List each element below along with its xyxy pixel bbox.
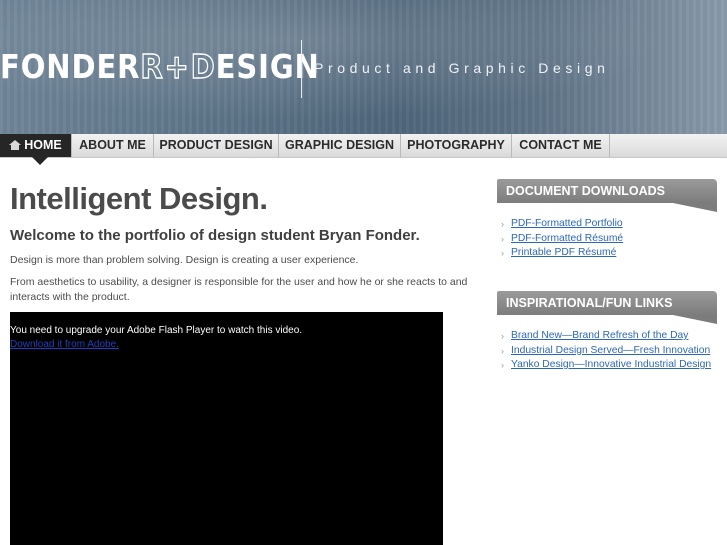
home-icon — [9, 140, 22, 150]
site-logo[interactable]: FONDERR+DESIGN — [0, 46, 320, 87]
list-item: › PDF-Formatted Portfolio — [497, 217, 717, 232]
header-tab-decoration — [673, 203, 717, 212]
chevron-right-icon: › — [501, 360, 504, 370]
site-header: FONDERR+DESIGN Product and Graphic Desig… — [0, 0, 727, 134]
link-brand-new[interactable]: Brand New—Brand Refresh of the Day — [511, 330, 688, 341]
page-title: Intelligent Design. — [10, 181, 268, 216]
chevron-right-icon: › — [501, 219, 504, 229]
document-downloads-title: DOCUMENT DOWNLOADS — [506, 184, 666, 198]
document-downloads-header: DOCUMENT DOWNLOADS — [497, 179, 717, 212]
inspirational-links-box: INSPIRATIONAL/FUN LINKS › Brand New—Brand… — [497, 291, 717, 373]
logo-text-r: R — [140, 46, 164, 86]
logo-text-d: D — [190, 46, 216, 86]
link-pdf-portfolio[interactable]: PDF-Formatted Portfolio — [511, 218, 623, 229]
document-downloads-list: › PDF-Formatted Portfolio › PDF-Formatted … — [497, 217, 717, 261]
intro-paragraph-2: From aesthetics to usability, a designer… — [10, 276, 468, 303]
chevron-right-icon: › — [501, 345, 504, 356]
download-flash-link[interactable]: Download it from Adobe. — [10, 339, 119, 350]
nav-item-home[interactable]: HOME — [0, 134, 72, 165]
nav-item-graphic-design[interactable]: GRAPHIC DESIGN — [279, 134, 401, 157]
nav-item-contact-me[interactable]: CONTACT ME — [512, 134, 610, 157]
nav-item-photography[interactable]: PHOTOGRAPHY — [401, 134, 512, 157]
site-tagline: Product and Graphic Design — [314, 60, 610, 76]
link-pdf-resume[interactable]: PDF-Formatted Résumé — [511, 233, 623, 244]
chevron-right-icon: › — [501, 233, 504, 244]
main-navigation: HOME ABOUT ME PRODUCT DESIGN GRAPHIC DES… — [0, 134, 727, 165]
chevron-right-icon: › — [501, 248, 504, 258]
nav-item-about-me[interactable]: ABOUT ME — [72, 134, 154, 157]
document-downloads-box: DOCUMENT DOWNLOADS › PDF-Formatted Portfo… — [497, 179, 717, 261]
list-item: › Brand New—Brand Refresh of the Day — [497, 329, 717, 344]
logo-text-esign: ESIGN — [215, 47, 320, 86]
intro-paragraph-1: Design is more than problem solving. Des… — [10, 254, 359, 266]
list-item: › Yanko Design—Innovative Industrial Desi… — [497, 358, 717, 373]
link-yanko-design[interactable]: Yanko Design—Innovative Industrial Desig… — [511, 359, 711, 370]
nav-item-product-design[interactable]: PRODUCT DESIGN — [154, 134, 279, 157]
link-industrial-design-served[interactable]: Industrial Design Served—Fresh Innovatio… — [511, 345, 710, 356]
inspirational-links-list: › Brand New—Brand Refresh of the Day › Ind… — [497, 329, 717, 373]
list-item: › Printable PDF Résumé — [497, 246, 717, 261]
link-printable-resume[interactable]: Printable PDF Résumé — [511, 247, 616, 258]
logo-text-fonder: FONDER — [0, 47, 141, 86]
inspirational-links-title: INSPIRATIONAL/FUN LINKS — [506, 296, 673, 310]
inspirational-links-header: INSPIRATIONAL/FUN LINKS — [497, 291, 717, 324]
logo-plus: + — [164, 46, 190, 86]
header-divider — [301, 40, 302, 98]
video-player[interactable]: You need to upgrade your Adobe Flash Pla… — [10, 312, 443, 545]
list-item: › PDF-Formatted Résumé — [497, 232, 717, 247]
list-item: › Industrial Design Served—Fresh Innovati… — [497, 344, 717, 359]
page-subtitle: Welcome to the portfolio of design stude… — [10, 227, 420, 244]
header-tab-decoration — [673, 315, 717, 324]
chevron-right-icon: › — [501, 331, 504, 341]
flash-upgrade-message: You need to upgrade your Adobe Flash Pla… — [10, 325, 303, 336]
nav-label: HOME — [24, 138, 62, 152]
